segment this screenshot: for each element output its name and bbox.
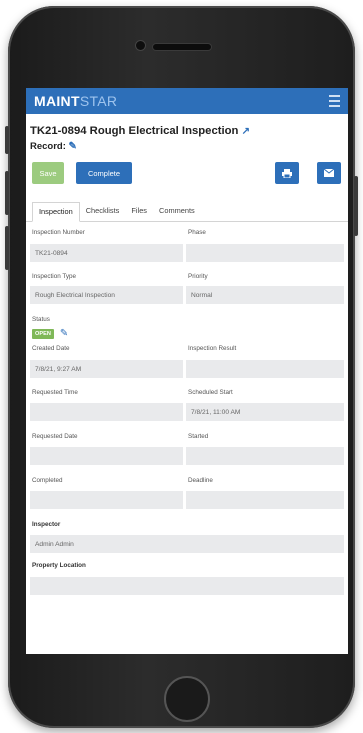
started-label: Started	[188, 433, 209, 440]
power-button	[354, 176, 358, 236]
status-label: Status	[32, 316, 50, 323]
volume-down-button	[5, 226, 9, 270]
started-field[interactable]	[186, 447, 344, 465]
status-row: OPEN ✎	[32, 328, 68, 339]
print-button[interactable]	[275, 162, 299, 184]
created-date-label: Created Date	[32, 345, 70, 352]
front-camera	[136, 41, 145, 50]
action-toolbar: Save Complete	[26, 162, 348, 188]
complete-button[interactable]: Complete	[76, 162, 132, 184]
save-button[interactable]: Save	[32, 162, 64, 184]
tab-bar: Inspection Checklists Files Comments	[26, 202, 348, 222]
inspection-number-field[interactable]: TK21-0894	[30, 244, 183, 262]
home-button[interactable]	[164, 676, 210, 722]
phone-screen: MAINTSTAR TK21-0894 Rough Electrical Ins…	[26, 88, 348, 654]
scheduled-start-label: Scheduled Start	[188, 389, 233, 396]
external-link-icon[interactable]: ↗	[242, 126, 250, 137]
tab-checklists[interactable]: Checklists	[80, 202, 126, 221]
app-logo[interactable]: MAINTSTAR	[34, 93, 117, 109]
inspection-type-field[interactable]: Rough Electrical Inspection	[30, 286, 183, 304]
priority-field[interactable]: Normal	[186, 286, 344, 304]
phase-field[interactable]	[186, 244, 344, 262]
volume-up-button	[5, 171, 9, 215]
tab-inspection[interactable]: Inspection	[32, 202, 80, 222]
requested-time-label: Requested Time	[32, 389, 78, 396]
inspection-number-label: Inspection Number	[32, 229, 85, 236]
inspection-result-label: Inspection Result	[188, 345, 237, 352]
edit-record-icon[interactable]: ✎	[69, 141, 77, 152]
record-row: Record: ✎	[30, 141, 77, 152]
tab-comments[interactable]: Comments	[153, 202, 201, 221]
earpiece-speaker	[153, 44, 211, 50]
priority-label: Priority	[188, 273, 208, 280]
envelope-icon	[324, 169, 334, 177]
tab-files[interactable]: Files	[125, 202, 153, 221]
status-badge: OPEN	[32, 328, 54, 339]
inspection-type-label: Inspection Type	[32, 273, 76, 280]
print-icon	[282, 168, 292, 178]
page-title: TK21-0894 Rough Electrical Inspection ↗	[30, 125, 250, 137]
inspection-result-field[interactable]	[186, 360, 344, 378]
inspector-field[interactable]: Admin Admin	[30, 535, 344, 553]
deadline-field[interactable]	[186, 491, 344, 509]
edit-status-icon[interactable]: ✎	[60, 328, 68, 339]
app-header: MAINTSTAR	[26, 88, 348, 114]
requested-time-field[interactable]	[30, 403, 183, 421]
deadline-label: Deadline	[188, 477, 213, 484]
phase-label: Phase	[188, 229, 206, 236]
completed-label: Completed	[32, 477, 63, 484]
requested-date-label: Requested Date	[32, 433, 78, 440]
email-button[interactable]	[317, 162, 341, 184]
hamburger-menu-icon[interactable]	[329, 95, 340, 107]
mute-switch	[5, 126, 9, 154]
property-location-label: Property Location	[32, 562, 86, 569]
scheduled-start-field[interactable]: 7/8/21, 11:00 AM	[186, 403, 344, 421]
requested-date-field[interactable]	[30, 447, 183, 465]
property-location-field[interactable]	[30, 577, 344, 595]
completed-field[interactable]	[30, 491, 183, 509]
inspector-label: Inspector	[32, 521, 61, 528]
created-date-field[interactable]: 7/8/21, 9:27 AM	[30, 360, 183, 378]
